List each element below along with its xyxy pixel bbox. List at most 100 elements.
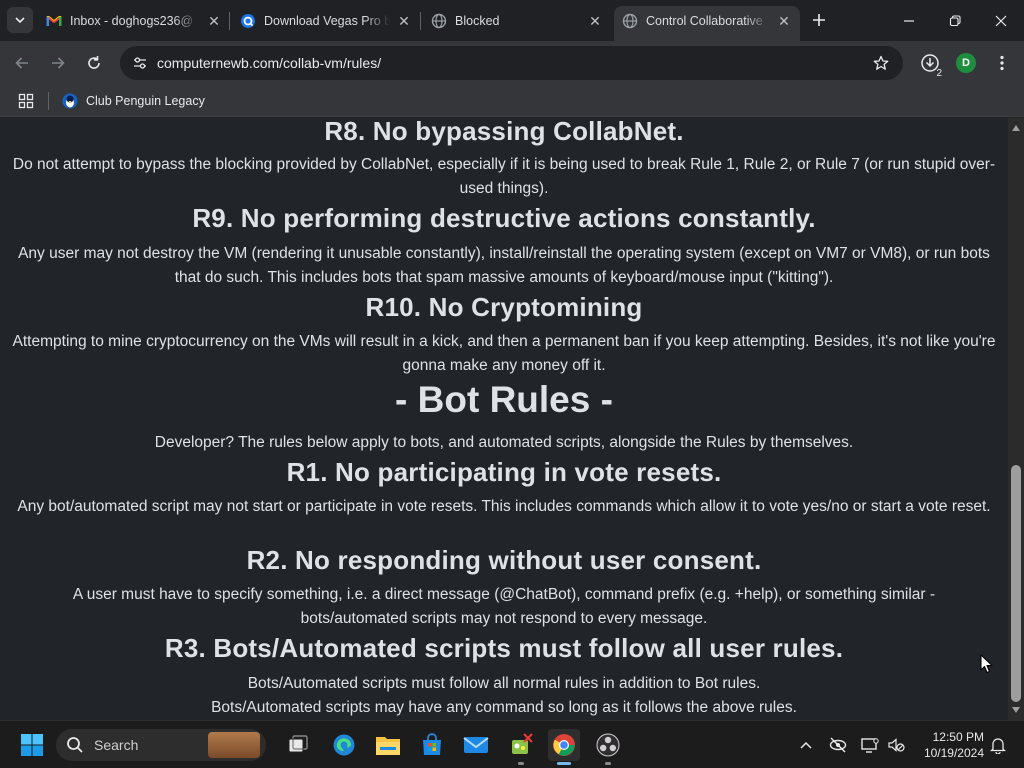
scroll-down-arrow[interactable] [1008,702,1024,718]
close-icon [995,15,1007,26]
active-indicator [557,762,571,765]
obs-icon [596,733,620,757]
downloads-button[interactable]: 2 [916,49,944,79]
tab-title: Download Vegas Pro b [264,14,390,28]
tab-title: Blocked [455,14,500,28]
tray-volume-button[interactable] [886,735,906,755]
triangle-up-icon [1012,125,1020,131]
bookmark-club-penguin[interactable]: Club Penguin Legacy [62,90,205,112]
reload-button[interactable] [80,49,108,77]
chrome-icon [553,734,575,756]
search-icon [67,737,83,753]
new-tab-button[interactable] [808,9,830,31]
profile-button[interactable]: D [952,49,980,77]
rule-text-r10: Attempting to mine cryptocurrency on the… [12,333,996,374]
file-explorer-button[interactable] [372,729,404,761]
minimize-button[interactable] [886,0,932,41]
edge-icon [333,734,355,756]
rule-heading-bot-r2: R2. No responding without user consent. [246,545,762,575]
page-scrollbar[interactable] [1008,118,1024,720]
bookmark-label: Club Penguin Legacy [86,94,205,108]
globe-icon [622,13,638,29]
microsoft-store-icon [423,733,441,755]
star-icon [873,55,889,70]
plus-icon [813,14,825,26]
avatar: D [956,53,976,73]
apps-button[interactable] [16,91,36,111]
microsoft-store-button[interactable] [416,729,448,761]
rule-text-bot-r3-line1: Bots/Automated scripts must follow all n… [247,675,761,692]
close-icon[interactable]: ✕ [206,13,222,29]
chevron-up-icon [800,741,812,749]
rule-text-bot-r1: Any bot/automated script may not start o… [17,498,991,515]
rule-text-bot-r3-line2: Bots/Automated scripts may have any comm… [211,699,797,716]
close-icon[interactable]: ✕ [776,13,792,29]
mail-button[interactable] [460,729,492,761]
close-window-button[interactable] [978,0,1024,41]
tray-overflow-button[interactable] [796,735,816,755]
tray-display-button[interactable] [860,735,880,755]
tab-separator [229,12,230,30]
tab-title: Inbox - doghogs236@ [70,14,194,28]
close-icon[interactable]: ✕ [396,13,412,29]
reload-icon [88,56,100,69]
rule-heading-r9: R9. No performing destructive actions co… [192,203,816,233]
menu-button[interactable] [988,49,1016,77]
search-label: Search [94,737,139,753]
rule-heading-r10: R10. No Cryptomining [365,292,643,322]
forward-button[interactable] [44,49,72,77]
club-penguin-icon [62,93,78,109]
notifications-button[interactable] [988,735,1008,755]
task-view-button[interactable] [282,729,314,761]
bookmarks-separator [48,92,49,110]
rule-text-r9: Any user may not destroy the VM (renderi… [18,245,990,286]
back-button[interactable] [8,49,36,77]
clock-time: 12:50 PM [932,730,984,744]
address-url[interactable]: computernewb.com/collab-vm/rules/ [157,55,381,71]
arrow-right-icon [52,57,65,69]
bookmark-star-button[interactable] [871,53,891,73]
tab-gmail[interactable]: Inbox - doghogs236@ ✕ [46,6,222,36]
bell-icon [990,738,1006,754]
site-info-button[interactable] [128,51,152,75]
tune-icon [134,57,146,69]
restore-button[interactable] [932,0,978,41]
taskbar: Search 12:50 PM 10/19/2024 [0,720,1024,768]
site-q-icon [240,13,256,29]
taskbar-search[interactable]: Search [56,729,266,761]
volume-muted-icon [888,738,905,752]
minimize-icon [904,19,914,22]
taskbar-clock[interactable]: 12:50 PM 10/19/2024 [912,729,984,761]
tray-network-button[interactable] [828,735,848,755]
clock-date: 10/19/2024 [923,746,984,760]
gmail-icon [46,13,62,29]
tab-title: Control Collaborative [646,14,763,28]
browser-toolbar: computernewb.com/collab-vm/rules/ 2 D [0,41,1024,85]
tab-search-button[interactable] [7,7,33,33]
chrome-button[interactable] [548,729,580,765]
triangle-down-icon [1012,707,1020,713]
obs-button[interactable] [592,729,624,765]
scroll-up-arrow[interactable] [1008,120,1024,136]
bookmarks-bar: Club Penguin Legacy [0,85,1024,117]
task-view-icon [288,735,308,753]
globe-icon [431,13,447,29]
start-icon [21,734,43,756]
scrollbar-thumb[interactable] [1011,465,1021,702]
downloads-count: 2 [936,68,942,79]
mouse-cursor-icon [980,654,993,674]
apps-grid-icon [18,93,34,109]
address-bar[interactable]: computernewb.com/collab-vm/rules/ [120,46,903,80]
rule-heading-bot-r1: R1. No participating in vote resets. [286,457,722,487]
tab-control-collaborative[interactable]: Control Collaborative ✕ [614,6,800,41]
snipping-app-button[interactable] [505,729,537,765]
close-icon[interactable]: ✕ [587,13,603,29]
tab-blocked[interactable]: Blocked ✕ [431,6,603,36]
tab-vegas[interactable]: Download Vegas Pro b ✕ [240,6,412,36]
start-button[interactable] [16,729,48,761]
running-indicator [518,762,524,765]
monitor-icon [861,738,879,753]
search-highlight-icon [208,732,260,758]
more-vert-icon [1000,55,1004,71]
edge-button[interactable] [328,729,360,761]
